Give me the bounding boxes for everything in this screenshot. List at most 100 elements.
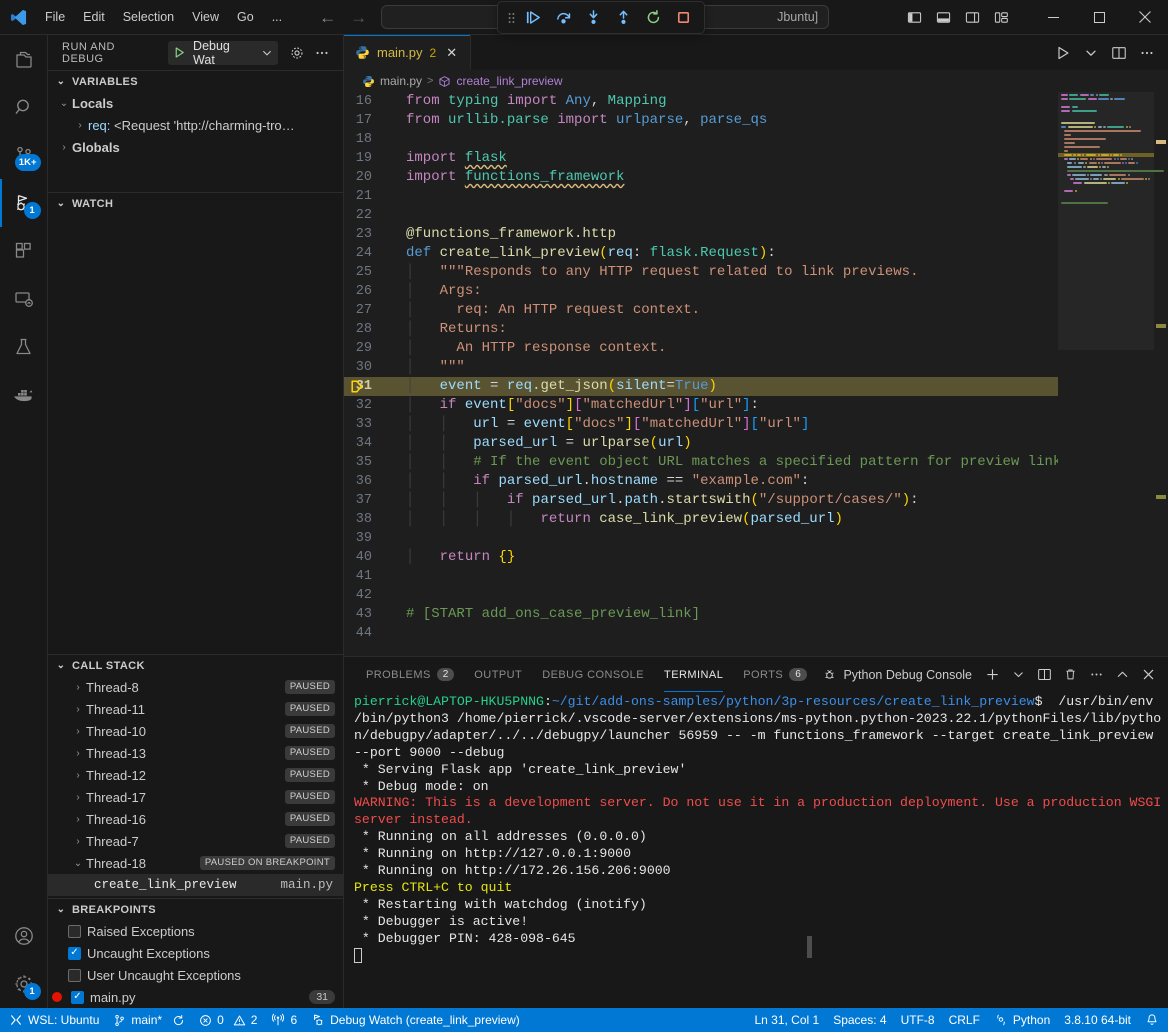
status-remote-indicator[interactable]: WSL: Ubuntu [2,1008,106,1032]
menu-more[interactable]: ... [263,7,291,27]
status-errors-warnings[interactable]: 0 2 [192,1008,264,1032]
activity-testing[interactable] [0,323,48,371]
activity-source-control[interactable]: 1K+ [0,131,48,179]
callstack-thread-row[interactable]: › Thread-10 PAUSED [48,720,343,742]
go-back-icon[interactable]: ← [319,9,336,26]
panel-tab-terminal[interactable]: TERMINAL [654,657,733,692]
current-execution-arrow-icon[interactable] [350,377,364,396]
callstack-thread-row[interactable]: › Thread-17 PAUSED [48,786,343,808]
activity-explorer[interactable] [0,35,48,83]
section-watch-header[interactable]: ⌄ WATCH [48,192,343,214]
callstack-frame-row[interactable]: create_link_preview main.py [48,874,343,896]
debug-restart-button[interactable] [640,5,667,30]
code-line[interactable]: 28│ Returns: [344,320,1058,339]
status-notifications[interactable] [1138,1008,1166,1032]
code-line[interactable]: 18 [344,130,1058,149]
window-maximize-button[interactable] [1076,0,1122,35]
sidebar-more-actions-icon[interactable] [311,42,333,64]
scope-globals[interactable]: › Globals [48,136,343,158]
code-line[interactable]: 23@functions_framework.http [344,225,1058,244]
breakpoint-checkbox[interactable] [68,925,81,938]
customize-layout-icon[interactable] [988,5,1014,29]
debug-continue-button[interactable] [520,5,547,30]
code-line[interactable]: 36│ │ if parsed_url.hostname == "example… [344,472,1058,491]
debug-toolbar[interactable] [497,1,705,34]
watch-tree[interactable] [48,214,343,654]
code-line[interactable]: 43# [START add_ons_case_preview_link] [344,605,1058,624]
callstack-thread-row[interactable]: › Thread-12 PAUSED [48,764,343,786]
code-line[interactable]: 24def create_link_preview(req: flask.Req… [344,244,1058,263]
activity-remote-explorer[interactable] [0,275,48,323]
terminal-output[interactable]: pierrick@LAPTOP-HKU5PNNG:~/git/add-ons-s… [344,692,1168,1008]
menu-file[interactable]: File [36,7,74,27]
code-line[interactable]: 22 [344,206,1058,225]
menu-edit[interactable]: Edit [74,7,114,27]
editor-more-actions-icon[interactable] [1134,40,1160,66]
status-ports-forwarded[interactable]: 6 [264,1008,304,1032]
activity-docker[interactable] [0,371,48,419]
code-line[interactable]: 16from typing import Any, Mapping [344,92,1058,111]
activity-extensions[interactable] [0,227,48,275]
code-line[interactable]: 17from urllib.parse import urlparse, par… [344,111,1058,130]
open-launch-config-gear-icon[interactable] [286,42,308,64]
breadcrumb-symbol[interactable]: create_link_preview [438,74,562,88]
close-panel-icon[interactable] [1136,663,1160,687]
code-line[interactable]: 29│ An HTTP response context. [344,339,1058,358]
code-line[interactable]: 27│ req: An HTTP request context. [344,301,1058,320]
activity-accounts[interactable] [0,912,48,960]
debug-toolbar-grip-icon[interactable] [505,8,517,28]
code-line[interactable]: 31│ event = req.get_json(silent=True) [344,377,1058,396]
code-line[interactable]: 32│ if event["docs"]["matchedUrl"]["url"… [344,396,1058,415]
scope-locals[interactable]: ⌄ Locals [48,92,343,114]
breakpoint-checkbox[interactable] [68,969,81,982]
terminal-dropdown-chevron-down-icon[interactable] [1006,663,1030,687]
panel-more-actions-icon[interactable] [1084,663,1108,687]
code-line[interactable]: 25│ """Responds to any HTTP request rela… [344,263,1058,282]
status-encoding[interactable]: UTF-8 [894,1008,942,1032]
status-indentation[interactable]: Spaces: 4 [826,1008,893,1032]
debug-step-into-button[interactable] [580,5,607,30]
panel-tab-output[interactable]: OUTPUT [464,657,532,692]
breakpoint-checkbox[interactable] [71,991,84,1004]
run-python-file-icon[interactable] [1050,40,1076,66]
menu-view[interactable]: View [183,7,228,27]
run-options-chevron-down-icon[interactable] [1078,40,1104,66]
callstack-thread-row[interactable]: › Thread-8 PAUSED [48,676,343,698]
editor-tab-close-icon[interactable]: ✕ [443,44,460,61]
status-eol[interactable]: CRLF [942,1008,987,1032]
debug-step-over-button[interactable] [550,5,577,30]
new-terminal-plus-icon[interactable] [980,663,1004,687]
code-line[interactable]: 33│ │ url = event["docs"]["matchedUrl"][… [344,415,1058,434]
panel-tab-problems[interactable]: PROBLEMS 2 [356,657,464,692]
status-cursor-position[interactable]: Ln 31, Col 1 [747,1008,826,1032]
debug-step-out-button[interactable] [610,5,637,30]
code-line[interactable]: 40│ return {} [344,548,1058,567]
code-line[interactable]: 20import functions_framework [344,168,1058,187]
toggle-primary-sidebar-icon[interactable] [901,5,927,29]
activity-settings[interactable]: 1 [0,960,48,1008]
breakpoint-row-file[interactable]: main.py 31 [48,986,343,1008]
editor-scrollbar[interactable] [1154,92,1168,656]
code-line[interactable]: 35│ │ # If the event object URL matches … [344,453,1058,472]
code-line[interactable]: 37│ │ │ if parsed_url.path.startswith("/… [344,491,1058,510]
activity-search[interactable] [0,83,48,131]
code-line[interactable]: 44 [344,624,1058,643]
breakpoint-row[interactable]: Raised Exceptions [48,920,343,942]
code-line[interactable]: 30│ """ [344,358,1058,377]
terminal-scrollbar[interactable] [807,936,812,958]
breakpoint-row[interactable]: Uncaught Exceptions [48,942,343,964]
toggle-panel-icon[interactable] [930,5,956,29]
status-branch[interactable]: main* [106,1008,192,1032]
breadcrumb-file[interactable]: main.py [362,74,422,88]
active-terminal-name[interactable]: Python Debug Console [822,667,972,682]
code-line[interactable]: 38│ │ │ │ return case_link_preview(parse… [344,510,1058,529]
breakpoint-checkbox[interactable] [68,947,81,960]
window-minimize-button[interactable] [1030,0,1076,35]
editor-tab-main-py[interactable]: main.py 2 ✕ [344,35,471,70]
code-line[interactable]: 39 [344,529,1058,548]
toggle-secondary-sidebar-icon[interactable] [959,5,985,29]
menu-go[interactable]: Go [228,7,263,27]
section-variables-header[interactable]: ⌄ VARIABLES [48,70,343,92]
section-breakpoints-header[interactable]: ⌄ BREAKPOINTS [48,898,343,920]
code-line[interactable]: 19import flask [344,149,1058,168]
